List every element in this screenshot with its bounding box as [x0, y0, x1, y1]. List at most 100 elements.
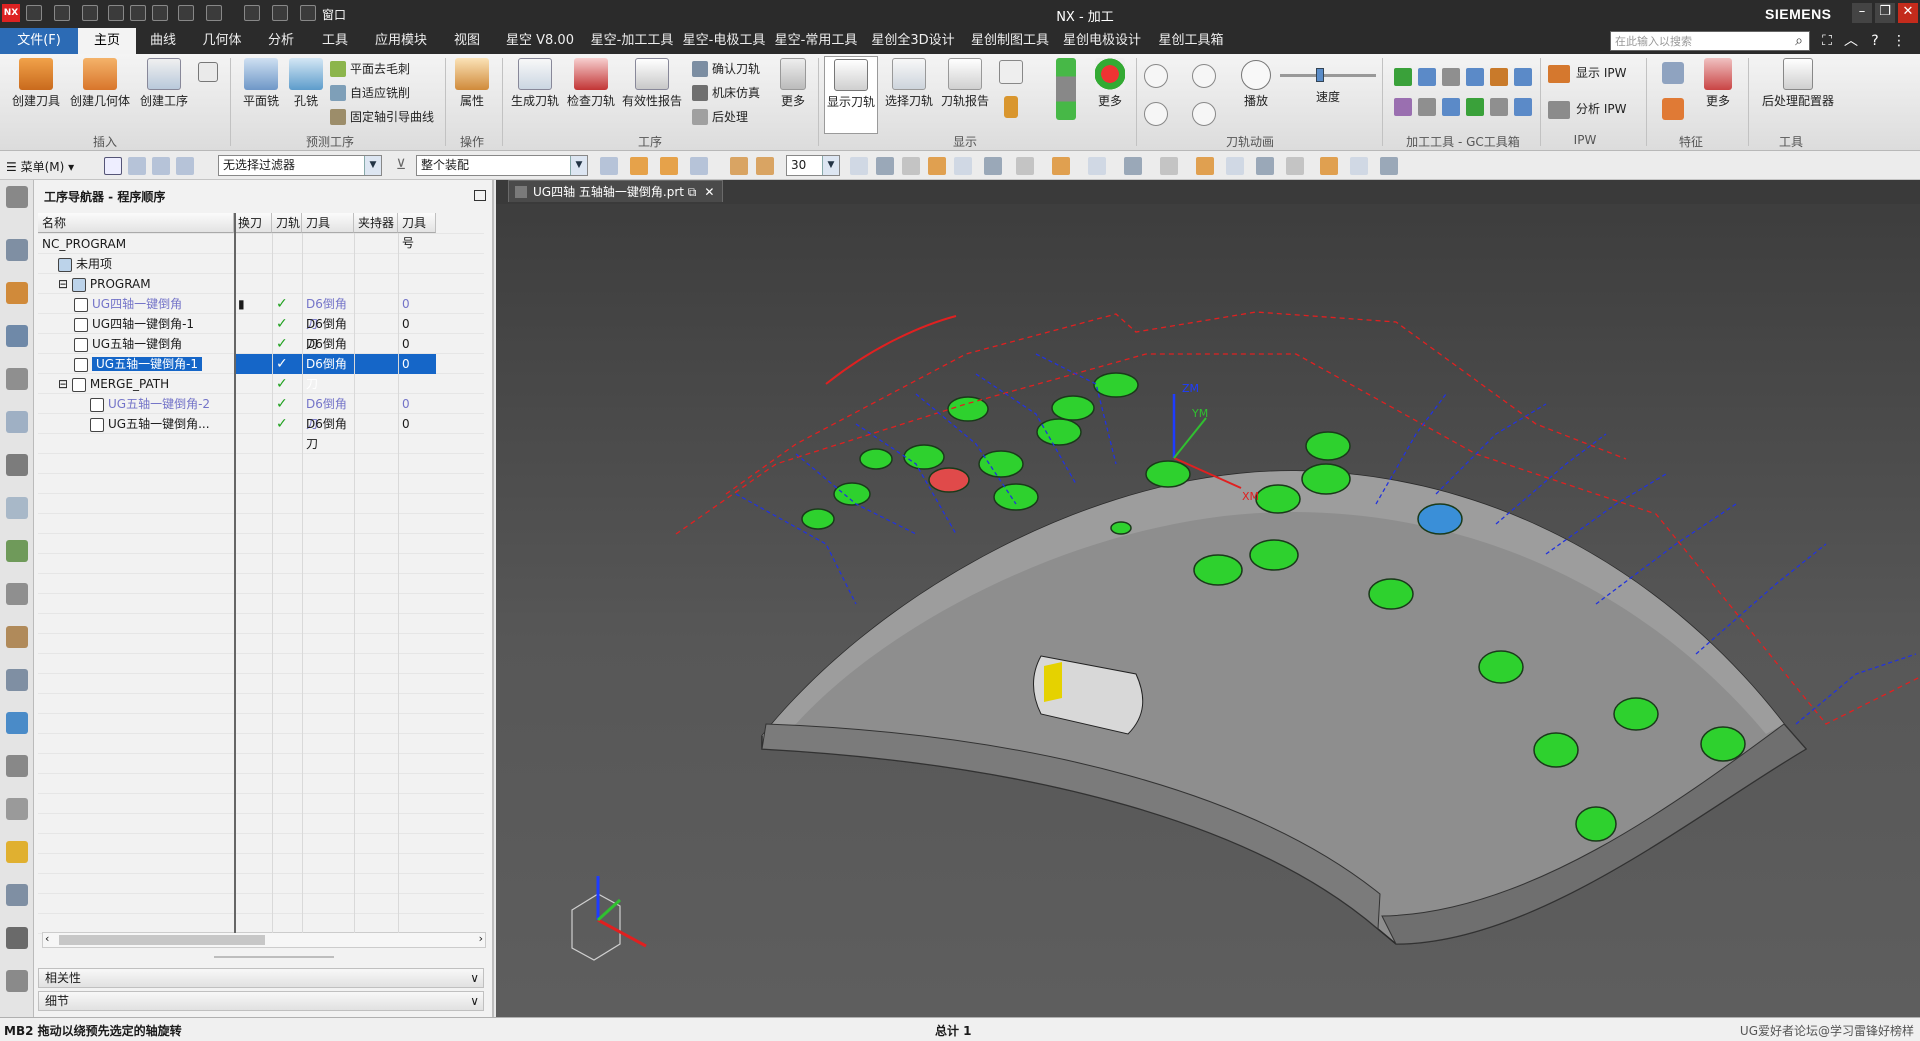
scrollbar-thumb[interactable] [59, 935, 265, 945]
reuse-library-icon[interactable] [6, 368, 28, 390]
selection-filter-icon[interactable] [756, 157, 774, 175]
display-more-button[interactable]: 更多 [1090, 58, 1130, 109]
tab-5[interactable]: 工具 [308, 28, 362, 54]
hole-feature[interactable] [1145, 460, 1191, 488]
show-ipw-button[interactable]: 显示 IPW [1548, 64, 1626, 83]
method-view-icon[interactable] [6, 583, 28, 605]
snap-point-icon[interactable] [1256, 157, 1274, 175]
fullscreen-icon[interactable]: ⛶ [1818, 32, 1836, 50]
selection-filter-icon[interactable] [600, 157, 618, 175]
hole-feature[interactable] [947, 396, 989, 422]
hole-feature[interactable] [1249, 539, 1299, 571]
window-menu[interactable]: 窗口 [322, 6, 346, 23]
validity-report-button[interactable]: 有效性报告 [620, 58, 684, 109]
document-tab[interactable]: UG四轴 五轴轴一键倒角.prt ⧉ ✕ [508, 180, 724, 202]
microphone-icon[interactable] [244, 5, 260, 21]
select-machine-icon[interactable] [152, 157, 170, 175]
gc-tool-icon[interactable] [1514, 68, 1532, 86]
tab-3[interactable]: 几何体 [190, 28, 254, 54]
operation-row[interactable]: UG五轴一键倒角✓D6倒角刀0 [38, 334, 484, 371]
snap-point-icon[interactable] [850, 157, 868, 175]
gc-tool-icon[interactable] [1442, 98, 1460, 116]
tab-1[interactable]: 主页 [78, 28, 136, 54]
tab-11[interactable]: 星空-常用工具 [770, 28, 862, 54]
value-select[interactable]: 30 ▼ [786, 155, 840, 176]
command-search-input[interactable]: 在此输入以搜索 [1610, 31, 1810, 51]
hole-feature[interactable] [928, 467, 970, 493]
hole-feature[interactable] [1700, 726, 1746, 762]
window-icon[interactable] [300, 5, 316, 21]
machine-tool-icon[interactable] [6, 454, 28, 476]
horizontal-scrollbar[interactable]: ‹ › [42, 932, 486, 948]
adaptive-mill-button[interactable]: 自适应铣削 [330, 84, 410, 102]
show-path-button[interactable]: 显示刀轨 [824, 56, 878, 134]
tool-view-icon[interactable] [6, 626, 28, 648]
close-tab-icon[interactable]: ✕ [704, 185, 714, 199]
speed-slider-handle[interactable] [1316, 68, 1324, 82]
scroll-right-icon[interactable]: › [479, 932, 483, 945]
web-browser-icon[interactable] [6, 712, 28, 734]
select-group-icon[interactable] [128, 157, 146, 175]
tab-14[interactable]: 星创电极设计 [1056, 28, 1148, 54]
operation-row[interactable]: ⊟ MERGE_PATH ✓ [38, 374, 484, 394]
snap-point-icon[interactable] [1320, 157, 1338, 175]
cut-icon[interactable] [108, 5, 124, 21]
snap-point-icon[interactable] [1286, 157, 1304, 175]
snap-point-icon[interactable] [928, 157, 946, 175]
geometry-view-icon[interactable] [6, 540, 28, 562]
panel-splitter[interactable] [214, 956, 334, 958]
tree-toggle-icon[interactable]: ⊟ [58, 277, 72, 291]
snap-point-icon[interactable] [1052, 157, 1070, 175]
properties-button[interactable]: 属性 [452, 58, 492, 109]
gc-tool-icon[interactable] [1466, 98, 1484, 116]
path-color-button[interactable] [1048, 58, 1084, 122]
maximize-icon[interactable] [474, 190, 486, 201]
details-section[interactable]: 细节 ∨ [38, 991, 484, 1011]
minimize-button[interactable]: – [1852, 3, 1872, 23]
scroll-left-icon[interactable]: ‹ [45, 932, 49, 945]
create-geometry-button[interactable]: 创建几何体 [68, 58, 132, 109]
operation-row[interactable]: UG五轴一键倒角-1 ✓ D6倒角刀 0 [38, 354, 484, 391]
insert-extra-button[interactable] [196, 62, 220, 84]
process-more-button[interactable]: 更多 [776, 58, 810, 109]
hole-feature[interactable] [801, 508, 835, 530]
switch-window-icon[interactable] [272, 5, 288, 21]
tab-12[interactable]: 星创全3D设计 [862, 28, 964, 54]
confirm-path-button[interactable]: 确认刀轨 [692, 60, 760, 78]
filter-icon[interactable]: ⊻ [392, 157, 410, 175]
tool-display-button[interactable] [1000, 96, 1022, 120]
collapse-ribbon-icon[interactable]: ︿ [1842, 32, 1860, 50]
tab-6[interactable]: 应用模块 [362, 28, 440, 54]
hole-feature[interactable] [1255, 484, 1301, 514]
hole-feature[interactable] [1575, 806, 1617, 842]
help-icon[interactable]: ? [1866, 32, 1884, 50]
touch-mode-icon[interactable] [206, 5, 222, 21]
history-icon[interactable] [6, 411, 28, 433]
tab-8[interactable]: 星空 V8.00 [494, 28, 586, 54]
column-header-5[interactable]: 刀具号 [398, 213, 436, 250]
selection-filter-icon[interactable] [690, 157, 708, 175]
snap-point-icon[interactable] [1226, 157, 1244, 175]
snap-point-icon[interactable] [984, 157, 1002, 175]
feature-a-button[interactable] [1660, 62, 1686, 86]
roles-icon[interactable] [6, 755, 28, 777]
hole-feature[interactable] [1051, 395, 1095, 421]
selection-filter-icon[interactable] [630, 157, 648, 175]
column-header-1[interactable]: 换刀 [234, 213, 272, 233]
search-icon[interactable]: ⌕ [1790, 32, 1808, 50]
column-header-2[interactable]: 刀轨 [272, 213, 302, 233]
hole-feature[interactable] [978, 450, 1024, 478]
analysis-icon[interactable] [6, 884, 28, 906]
speed-slider[interactable] [1280, 68, 1376, 82]
gc-tool-icon[interactable] [1418, 98, 1436, 116]
paste-icon[interactable] [152, 5, 168, 21]
settings-icon[interactable] [6, 186, 28, 208]
hole-feature[interactable] [1110, 521, 1132, 535]
machine-sim-button[interactable]: 机床仿真 [692, 84, 760, 102]
select-geometry-icon[interactable] [176, 157, 194, 175]
save-icon[interactable] [26, 5, 42, 21]
measure-icon[interactable] [6, 927, 28, 949]
hole-feature[interactable] [1301, 463, 1351, 495]
tree-toggle-icon[interactable]: ⊟ [58, 377, 72, 391]
operation-row[interactable]: UG四轴一键倒角-1 ✓ D6倒角刀 0 [38, 314, 484, 351]
